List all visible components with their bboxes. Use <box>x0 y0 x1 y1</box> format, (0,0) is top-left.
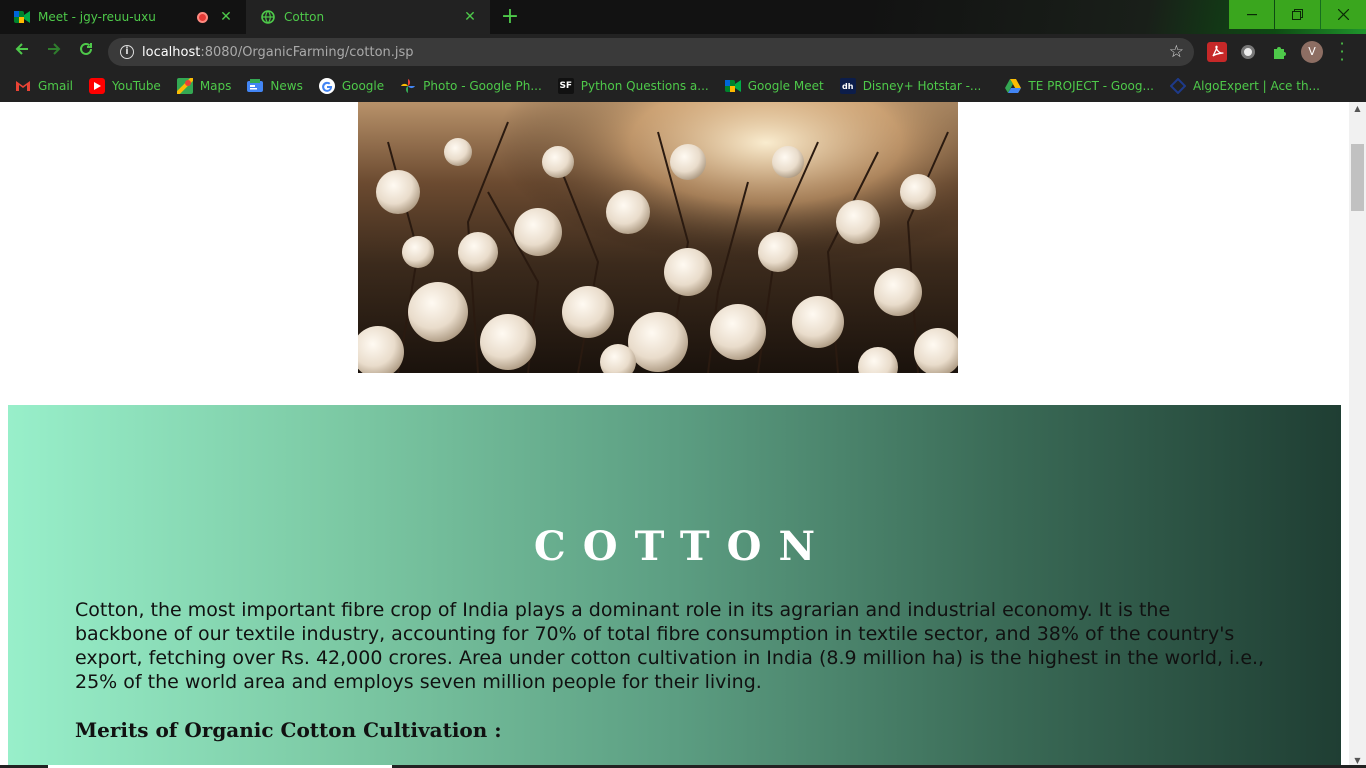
tab-title: Meet - jgy-reuu-uxu <box>38 10 156 24</box>
bookmark-python-questions[interactable]: SF Python Questions a... <box>557 78 709 94</box>
info-icon[interactable]: i <box>120 45 134 59</box>
tab-title: Cotton <box>284 10 325 24</box>
scroll-up-icon[interactable]: ▲ <box>1349 102 1366 116</box>
google-icon <box>318 78 335 94</box>
intro-paragraph: Cotton, the most important fibre crop of… <box>75 599 1265 693</box>
bookmark-hotstar[interactable]: dh Disney+ Hotstar -... <box>839 78 981 94</box>
url-path: :8080/OrganicFarming/cotton.jsp <box>200 44 414 60</box>
vertical-scrollbar[interactable]: ▲ ▼ <box>1349 102 1366 768</box>
new-tab-button[interactable]: + <box>498 5 522 29</box>
bookmark-youtube[interactable]: YouTube <box>89 78 161 94</box>
hotstar-icon: dh <box>839 78 856 94</box>
maps-icon <box>176 78 193 94</box>
toolbar: i localhost:8080/OrganicFarming/cotton.j… <box>0 34 1366 70</box>
url-host: localhost <box>142 44 201 60</box>
close-window-button[interactable] <box>1321 0 1366 29</box>
bookmark-news[interactable]: News <box>247 78 303 94</box>
extension-circle-icon[interactable] <box>1238 42 1258 62</box>
page-title: COTTON <box>533 523 833 570</box>
extensions-puzzle-icon[interactable] <box>1270 42 1290 62</box>
bookmark-gmail[interactable]: Gmail <box>15 78 73 94</box>
sf-icon: SF <box>557 78 574 94</box>
cotton-field-image <box>358 102 958 373</box>
bookmarks-bar: Gmail YouTube Maps News Google Photo - G… <box>0 70 1366 102</box>
drive-icon <box>1005 78 1022 94</box>
pdf-extension-icon[interactable] <box>1207 42 1227 62</box>
minimize-button[interactable] <box>1229 0 1274 29</box>
back-button[interactable] <box>8 38 36 66</box>
recording-icon <box>197 11 208 23</box>
close-icon[interactable]: ✕ <box>462 9 478 25</box>
forward-button[interactable] <box>40 38 68 66</box>
globe-icon <box>260 9 276 25</box>
bookmark-google-meet[interactable]: Google Meet <box>724 78 824 94</box>
news-icon <box>247 78 264 94</box>
reload-button[interactable] <box>72 38 100 66</box>
address-bar[interactable]: i localhost:8080/OrganicFarming/cotton.j… <box>108 38 1194 66</box>
merits-heading: Merits of Organic Cotton Cultivation : <box>75 718 502 742</box>
bookmark-photos[interactable]: Photo - Google Ph... <box>400 78 542 94</box>
title-bar: Meet - jgy-reuu-uxu ✕ Cotton ✕ + <box>0 0 1366 102</box>
close-icon[interactable]: ✕ <box>218 9 234 25</box>
youtube-icon <box>89 78 106 94</box>
bookmark-star-icon[interactable]: ☆ <box>1169 42 1184 62</box>
meet-icon <box>724 78 741 94</box>
bookmark-google[interactable]: Google <box>318 78 384 94</box>
photos-icon <box>400 78 416 94</box>
bookmark-maps[interactable]: Maps <box>176 78 231 94</box>
tab-meet[interactable]: Meet - jgy-reuu-uxu ✕ <box>0 0 246 34</box>
tab-cotton[interactable]: Cotton ✕ <box>246 0 490 34</box>
scroll-thumb[interactable] <box>1351 144 1364 211</box>
bookmark-algoexpert[interactable]: AlgoExpert | Ace th... <box>1169 78 1320 94</box>
bookmark-te-project[interactable]: TE PROJECT - Goog... <box>1005 78 1154 94</box>
restore-button[interactable] <box>1275 0 1320 29</box>
meet-icon <box>14 9 30 25</box>
avatar[interactable]: V <box>1301 41 1323 63</box>
gmail-icon <box>15 78 31 94</box>
cotton-section: COTTON Cotton, the most important fibre … <box>8 405 1341 768</box>
algoexpert-icon <box>1169 78 1186 94</box>
menu-dots-icon[interactable]: · · · <box>1336 36 1348 68</box>
page-viewport: COTTON Cotton, the most important fibre … <box>0 102 1349 768</box>
